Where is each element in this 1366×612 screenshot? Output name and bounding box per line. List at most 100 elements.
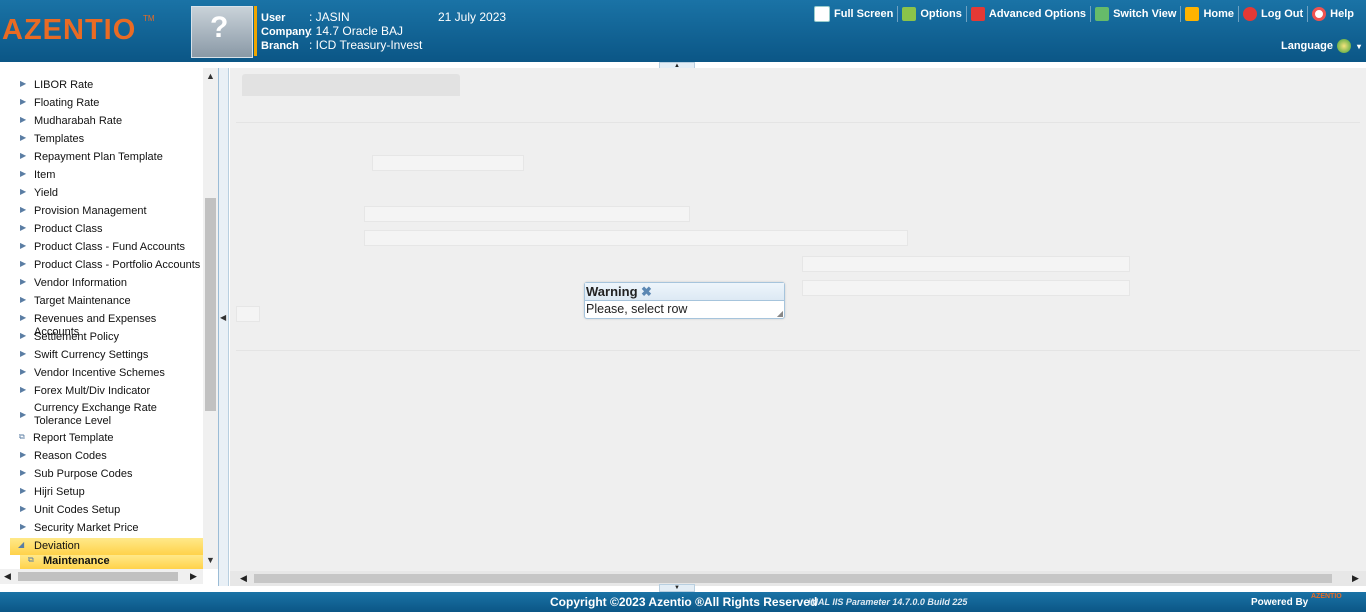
scroll-down-icon[interactable]: ▼ <box>206 555 215 565</box>
chevron-down-icon: ▾ <box>1356 41 1361 51</box>
navigation-tree: ▶ LIBOR Rate ▶ Floating Rate ▶ Mudharabah R… <box>0 68 219 586</box>
expand-arrow-icon: ▶ <box>20 223 27 232</box>
close-icon[interactable]: ✖ <box>641 284 652 300</box>
scroll-thumb[interactable] <box>254 574 1332 583</box>
warning-title-bar[interactable]: Warning ✖ <box>585 283 784 301</box>
expand-arrow-icon: ▶ <box>20 295 27 304</box>
expand-arrow-icon: ▶ <box>20 331 27 340</box>
collapse-footer-toggle[interactable]: ▼ <box>659 584 695 592</box>
options-link[interactable]: Options <box>898 6 967 22</box>
app-footer: Copyright ©2023 Azentio ®All Rights Rese… <box>0 592 1366 612</box>
expand-arrow-icon: ▶ <box>20 313 27 322</box>
expand-arrow-icon: ▶ <box>20 277 27 286</box>
company-value: : 14.7 Oracle BAJ <box>309 24 404 38</box>
azentio-footer-logo: AZENTIO <box>1311 593 1342 600</box>
tree-item[interactable]: ▶ Currency Exchange Rate Tolerance Level <box>0 402 203 428</box>
user-avatar: ? <box>191 6 253 58</box>
azentio-logo: AZENTIO <box>2 14 137 46</box>
screen-link-icon: ⧉ <box>19 432 25 441</box>
long-description-field <box>364 230 908 246</box>
help-label: Help <box>1330 8 1354 20</box>
expand-arrow-icon: ▶ <box>20 133 27 142</box>
arabic-long-field <box>802 280 1130 296</box>
sidebar-splitter[interactable]: ◀ <box>219 68 229 586</box>
switch-view-icon <box>1095 7 1110 21</box>
expand-arrow-icon: ▶ <box>20 187 27 196</box>
expand-arrow-icon: ▶ <box>20 79 27 88</box>
expand-arrow-icon: ▶ <box>20 410 27 419</box>
app-header: AZENTIO TM ? User : JASIN Company : 14.7… <box>0 0 1366 62</box>
log-out-link[interactable]: Log Out <box>1239 6 1309 22</box>
language-label: Language <box>1281 40 1333 52</box>
trademark-mark: TM <box>143 14 155 23</box>
user-value: : JASIN <box>309 10 350 24</box>
log-out-label: Log Out <box>1261 8 1304 20</box>
modal-overlay <box>230 68 1366 571</box>
switch-view-label: Switch View <box>1113 8 1177 20</box>
download-arrow-icon <box>902 7 917 21</box>
expand-arrow-icon: ▶ <box>20 486 27 495</box>
branch-label: Branch <box>261 40 299 52</box>
avatar-placeholder-icon: ? <box>210 11 229 44</box>
header-links: Full Screen Options Advanced Options Swi… <box>810 6 1358 22</box>
arabic-brief-field <box>802 256 1130 272</box>
expand-arrow-icon: ▶ <box>20 151 27 160</box>
warning-title: Warning <box>586 284 638 299</box>
switch-view-link[interactable]: Switch View <box>1091 6 1182 22</box>
code-field <box>372 155 524 171</box>
branch-value: : ICD Treasury-Invest <box>309 38 423 52</box>
language-icon <box>1336 39 1351 53</box>
scroll-right-icon[interactable]: ▶ <box>1352 573 1359 584</box>
fullscreen-icon <box>814 6 831 22</box>
sidebar-horizontal-scrollbar[interactable]: ◀ ▶ <box>0 569 203 584</box>
expand-arrow-icon: ▶ <box>20 205 27 214</box>
tree-item-maintenance[interactable]: ⧉ Maintenance <box>20 555 203 569</box>
expand-arrow-icon: ▶ <box>20 169 27 178</box>
full-screen-label: Full Screen <box>834 8 894 20</box>
screen-link-icon: ⧉ <box>28 555 34 564</box>
expand-arrow-icon: ▶ <box>20 385 27 394</box>
expand-arrow-icon: ▶ <box>20 450 27 459</box>
scroll-up-icon[interactable]: ▲ <box>206 71 215 81</box>
user-info-divider <box>254 6 257 56</box>
scroll-left-icon[interactable]: ◀ <box>240 573 247 584</box>
advanced-options-link[interactable]: Advanced Options <box>967 6 1092 22</box>
scroll-thumb[interactable] <box>205 198 216 411</box>
copyright-text: Copyright ©2023 Azentio ®All Rights Rese… <box>550 595 818 609</box>
expand-arrow-icon: ▶ <box>20 115 27 124</box>
expand-arrow-icon: ▶ <box>20 259 27 268</box>
screen-tab <box>242 74 460 96</box>
screen-toolbar <box>236 102 1360 123</box>
expand-arrow-icon: ▶ <box>20 468 27 477</box>
help-link[interactable]: Help <box>1308 6 1358 22</box>
grid-button <box>236 306 260 322</box>
expand-arrow-icon: ▶ <box>20 367 27 376</box>
brief-description-field <box>364 206 690 222</box>
scroll-left-icon[interactable]: ◀ <box>4 571 11 582</box>
resize-handle-icon[interactable]: ◢ <box>777 309 783 318</box>
home-icon <box>1185 7 1200 21</box>
scroll-right-icon[interactable]: ▶ <box>190 571 197 582</box>
collapse-sidebar-icon[interactable]: ◀ <box>220 313 226 322</box>
grid-header-divider <box>236 350 1360 351</box>
warning-message: Please, select row <box>586 302 688 316</box>
scroll-thumb[interactable] <box>18 572 178 581</box>
sidebar-vertical-scrollbar[interactable]: ▲ ▼ <box>203 68 218 569</box>
collapse-arrow-icon: ◢ <box>18 540 25 549</box>
lifebuoy-icon <box>1312 7 1327 21</box>
expand-arrow-icon: ▶ <box>20 241 27 250</box>
power-icon <box>1243 7 1257 21</box>
language-selector[interactable]: Language ▾ <box>1281 39 1361 53</box>
company-label: Company <box>261 26 312 38</box>
options-label: Options <box>920 8 962 20</box>
tools-icon <box>970 7 985 21</box>
expand-arrow-icon: ▶ <box>20 504 27 513</box>
expand-arrow-icon: ▶ <box>20 522 27 531</box>
powered-by-label: Powered By <box>1251 597 1309 608</box>
user-label: User <box>261 12 286 24</box>
current-date: 21 July 2023 <box>438 10 507 24</box>
home-link[interactable]: Home <box>1181 6 1239 22</box>
main-horizontal-scrollbar[interactable]: ◀ ▶ <box>230 571 1366 586</box>
tree-item-deviation[interactable]: ◢ Deviation <box>10 538 203 555</box>
full-screen-link[interactable]: Full Screen <box>810 6 899 22</box>
